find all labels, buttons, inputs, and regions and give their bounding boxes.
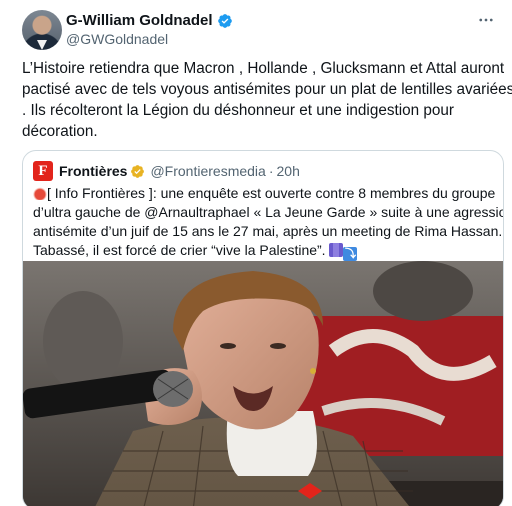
avatar-shirt xyxy=(37,40,47,50)
tweet-text-line: . Ils récolteront la Légion du déshonneu… xyxy=(22,102,455,119)
pillar-icon xyxy=(329,243,344,257)
author-name-row[interactable]: G-William Goldnadel xyxy=(66,12,233,29)
frontieres-logo[interactable]: F xyxy=(33,161,53,181)
quote-text-line: antisémite d’un juif de 15 ans le 27 mai… xyxy=(33,223,503,239)
quote-text-line-content: Tabassé, il est forcé de crier “vive la … xyxy=(33,242,326,258)
verified-gold-badge-icon xyxy=(131,164,145,178)
quote-header: F Frontières @Frontieresmedia · 20h xyxy=(33,161,300,181)
more-dots-glyph xyxy=(479,18,493,22)
photo-illustration xyxy=(23,261,503,506)
quote-timestamp[interactable]: 20h xyxy=(277,163,300,179)
author-name[interactable]: G-William Goldnadel xyxy=(66,12,213,29)
tweet-text-line: pactisé avec de tels voyous antisémites … xyxy=(22,81,512,98)
quote-photo[interactable] xyxy=(23,261,503,506)
verified-badge-icon xyxy=(217,13,232,28)
quote-text-line: [ Info Frontières ]: une enquête est ouv… xyxy=(33,184,499,203)
siren-icon xyxy=(33,186,47,200)
quote-text-line: Tabassé, il est forcé de crier “vive la … xyxy=(33,241,499,261)
more-horizontal-icon[interactable] xyxy=(476,10,496,30)
quote-author-handle[interactable]: @Frontieresmedia xyxy=(150,163,265,179)
quote-tweet-card[interactable]: F Frontières @Frontieresmedia · 20h [ In… xyxy=(22,150,504,506)
arrow-down-icon: ⤵ xyxy=(343,247,358,261)
author-handle[interactable]: @GWGoldnadel xyxy=(66,31,168,47)
separator-dot: · xyxy=(268,163,274,179)
quote-author-name[interactable]: Frontières xyxy=(59,163,127,179)
quote-text-line-content: [ Info Frontières ]: une enquête est ouv… xyxy=(47,185,496,201)
tweet-text: L’Histoire retiendra que Macron , Hollan… xyxy=(22,58,512,142)
quote-text: [ Info Frontières ]: une enquête est ouv… xyxy=(33,184,504,261)
author-avatar[interactable] xyxy=(22,10,62,50)
tweet-text-line: décoration. xyxy=(22,123,98,140)
quote-text-line: d’ultra gauche de @Arnaultraphael « La J… xyxy=(33,204,504,220)
tweet-text-line: L’Histoire retiendra que Macron , Hollan… xyxy=(22,60,505,77)
